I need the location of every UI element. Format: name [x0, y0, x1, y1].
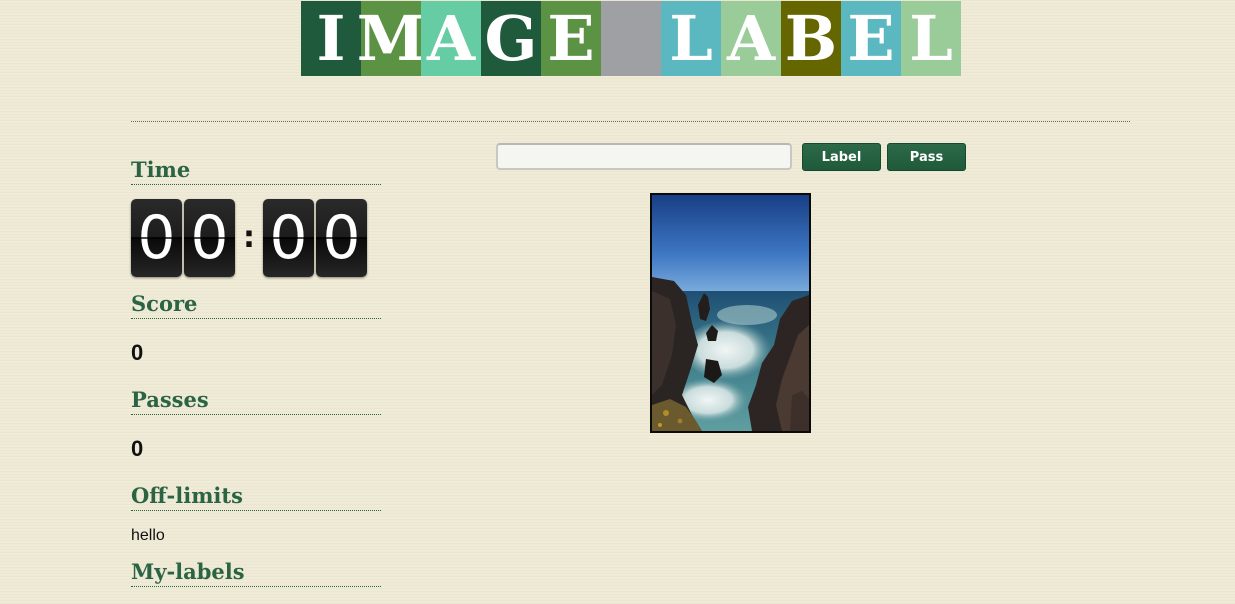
timer-colon: :	[243, 220, 255, 255]
time-heading: Time	[131, 157, 381, 185]
logo-tile: A	[721, 1, 781, 76]
header-divider	[131, 121, 1130, 122]
logo-tile: L	[661, 1, 721, 76]
image-label-logo: IMAGELABEL	[301, 1, 961, 76]
passes-heading: Passes	[131, 387, 381, 415]
timer-minutes-tens: 0	[131, 199, 182, 277]
logo-tile: M	[356, 1, 426, 76]
offlimits-item: hello	[131, 527, 165, 544]
puzzle-image	[650, 193, 811, 433]
logo-tile: I	[301, 1, 361, 76]
mylabels-heading: My-labels	[131, 559, 381, 587]
logo-tile: E	[841, 1, 901, 76]
logo-tile: L	[901, 1, 961, 76]
offlimits-heading: Off-limits	[131, 483, 381, 511]
score-value: 0	[131, 340, 144, 365]
logo-tile: A	[421, 1, 481, 76]
timer-seconds-ones: 0	[316, 199, 367, 277]
score-heading: Score	[131, 291, 381, 319]
timer-seconds-tens: 0	[263, 199, 314, 277]
label-button[interactable]: Label	[802, 143, 881, 171]
logo-tile: G	[481, 1, 541, 76]
passes-value: 0	[131, 436, 144, 461]
countdown-timer: 0 0 : 0 0	[131, 199, 369, 277]
label-input[interactable]	[496, 143, 792, 170]
logo-tile: E	[541, 1, 601, 76]
timer-minutes-ones: 0	[184, 199, 235, 277]
pass-button[interactable]: Pass	[887, 143, 966, 171]
logo-tile: B	[781, 1, 841, 76]
logo-tile	[601, 1, 661, 76]
